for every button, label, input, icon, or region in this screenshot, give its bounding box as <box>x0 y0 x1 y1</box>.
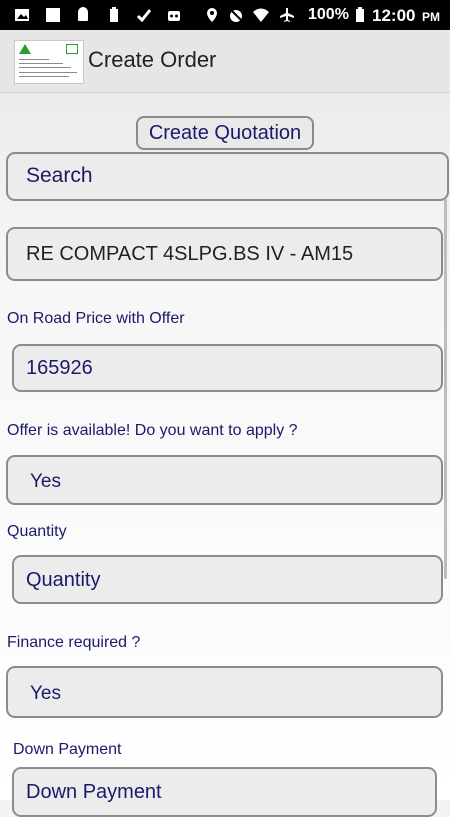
android-icon <box>78 7 88 21</box>
create-quotation-button[interactable]: Create Quotation <box>136 116 314 150</box>
square-icon <box>46 8 60 22</box>
search-input[interactable]: Search <box>6 152 449 201</box>
page-title: Create Order <box>88 47 217 72</box>
alarm-icon <box>229 8 243 22</box>
quantity-input[interactable]: Quantity <box>12 555 443 604</box>
location-icon <box>207 8 217 22</box>
image-icon <box>15 9 29 21</box>
on-road-price-label: On Road Price with Offer <box>7 310 185 327</box>
check-flag-icon <box>136 9 152 23</box>
offer-select[interactable]: Yes <box>6 455 443 505</box>
scrollbar[interactable] <box>444 199 447 579</box>
app-bar: Create Order <box>0 30 450 93</box>
clock: 12:00 <box>372 6 416 25</box>
finance-select[interactable]: Yes <box>6 666 443 718</box>
down-payment-label: Down Payment <box>13 741 122 758</box>
battery-icon <box>356 7 364 22</box>
down-payment-input[interactable]: Down Payment <box>12 767 437 817</box>
robot-icon <box>168 11 180 21</box>
wifi-icon <box>253 8 269 22</box>
quantity-placeholder: Quantity <box>26 569 101 591</box>
model-field[interactable]: RE COMPACT 4SLPG.BS IV - AM15 <box>6 227 443 281</box>
model-value: RE COMPACT 4SLPG.BS IV - AM15 <box>26 243 354 265</box>
company-logo-icon <box>14 40 84 84</box>
airplane-icon <box>280 8 294 22</box>
finance-label: Finance required ? <box>7 634 141 651</box>
down-payment-placeholder: Down Payment <box>26 781 162 803</box>
quantity-label: Quantity <box>7 523 67 540</box>
status-bar: 100% 12:00 PM <box>0 0 450 30</box>
on-road-price-value: 165926 <box>26 357 93 379</box>
create-order-form: Create Quotation Search RE COMPACT 4SLPG… <box>0 93 450 817</box>
offer-label: Offer is available! Do you want to apply… <box>7 422 298 439</box>
on-road-price-field[interactable]: 165926 <box>12 344 443 392</box>
search-placeholder: Search <box>26 164 93 187</box>
offer-value: Yes <box>30 471 61 492</box>
clock-am-pm: PM <box>422 10 440 24</box>
finance-value: Yes <box>30 683 61 704</box>
battery-small-icon <box>110 7 118 22</box>
battery-percent: 100% <box>308 6 349 23</box>
